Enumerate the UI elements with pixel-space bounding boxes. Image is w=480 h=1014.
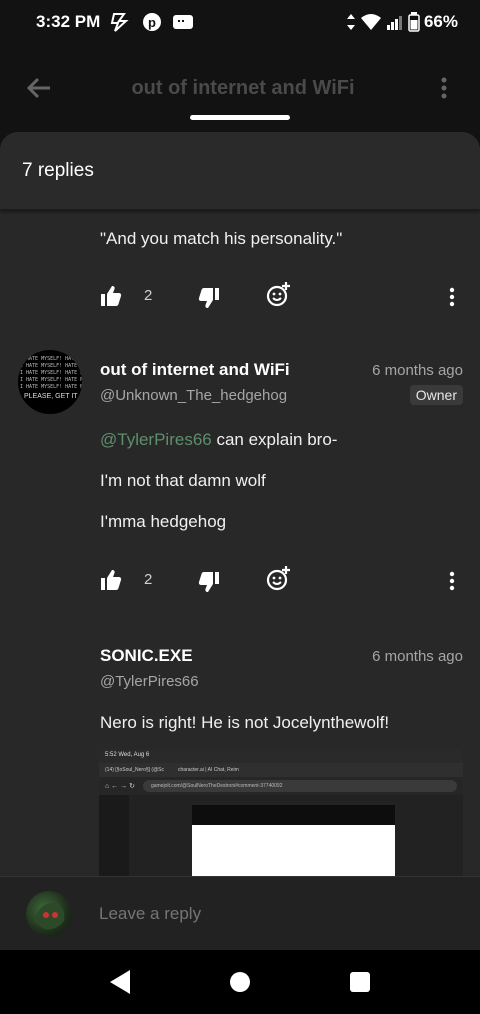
add-reaction-icon[interactable]	[266, 281, 292, 307]
nav-home-icon[interactable]	[230, 972, 250, 992]
comment-text: "And you match his personality."	[100, 229, 343, 248]
reply-author[interactable]: SONIC.EXE	[100, 646, 193, 666]
avatar-caption: PLEASE, GET IT	[24, 393, 78, 400]
pinterest-icon: p	[143, 13, 162, 31]
wifi-icon	[360, 14, 381, 30]
reply-text-line3: I'mma hedgehog	[100, 512, 227, 531]
mention-link[interactable]: @TylerPires66	[100, 430, 212, 449]
more-options-icon[interactable]	[446, 285, 458, 309]
more-options-icon[interactable]	[446, 569, 458, 593]
like-count: 2	[144, 571, 153, 588]
user-avatar[interactable]	[26, 890, 72, 937]
dislike-icon[interactable]	[198, 571, 220, 593]
reply-timestamp: 6 months ago	[372, 362, 463, 379]
signal-icon	[386, 16, 402, 30]
reply-handle[interactable]: @TylerPires66	[100, 673, 199, 690]
reply-handle[interactable]: @Unknown_The_hedgehog	[100, 387, 287, 404]
sheet-header: 7 replies	[0, 132, 480, 210]
status-time: 3:32 PM	[36, 12, 101, 31]
screenshot-url: gamejolt.com/@SoulNeroTheDestroni#commen…	[142, 780, 457, 792]
reply-bar	[0, 876, 480, 950]
attached-screenshot-image[interactable]: 5:52 Wed, Aug 6 (14) [§oSoul_Nero§] (@Sc…	[99, 749, 463, 876]
screenshot-tabs: (14) [§oSoul_Nero§] (@Sc character.ai | …	[99, 763, 463, 777]
sheet-drag-handle[interactable]	[190, 115, 290, 120]
battery-icon	[408, 12, 420, 32]
system-nav-bar	[0, 950, 480, 1014]
avatar[interactable]: I HATE MYSELF! HATE MY I HATE MYSELF! HA…	[18, 350, 82, 414]
screenshot-body	[99, 795, 463, 876]
app-header-title: out of internet and WiFi	[131, 76, 355, 99]
dislike-icon[interactable]	[198, 287, 220, 309]
status-bar: 3:32 PM p 66%	[0, 0, 480, 44]
like-count: 2	[144, 287, 153, 304]
more-vert-icon[interactable]	[432, 73, 456, 103]
like-icon[interactable]	[100, 285, 122, 307]
data-arrows-icon	[346, 14, 355, 30]
reply-input[interactable]	[99, 903, 439, 924]
replies-list[interactable]: "And you match his personality." 2 I HAT…	[0, 211, 480, 876]
reply-timestamp: 6 months ago	[372, 648, 463, 665]
svg-text:p: p	[148, 15, 156, 30]
screenshot-status: 5:52 Wed, Aug 6	[99, 749, 463, 763]
like-icon[interactable]	[100, 569, 122, 591]
screenshot-urlbar: ⌂ ← → ↻ gamejolt.com/@SoulNeroTheDestron…	[99, 777, 463, 795]
battery-level: 66%	[423, 12, 458, 31]
back-arrow-icon[interactable]	[24, 73, 54, 103]
lightning-icon	[111, 13, 129, 32]
replies-sheet: 7 replies "And you match his personality…	[0, 132, 480, 950]
nav-recents-icon[interactable]	[350, 972, 370, 992]
screenshot-tab: (14) [§oSoul_Nero§] (@Sc	[105, 767, 164, 773]
owner-badge: Owner	[409, 385, 463, 405]
screenshot-tab: character.ai | AI Chat, Reim	[178, 767, 239, 773]
reply-text-line2: I'm not that damn wolf	[100, 471, 266, 490]
replies-count: 7 replies	[22, 159, 94, 181]
reply-author[interactable]: out of internet and WiFi	[100, 360, 290, 380]
add-reaction-icon[interactable]	[266, 565, 292, 591]
reply-actions: 2	[100, 566, 470, 599]
nav-back-icon[interactable]	[108, 969, 132, 995]
comment-actions: 2	[100, 282, 470, 315]
chat-icon	[173, 15, 194, 29]
reply-text: Nero is right! He is not Jocelynthewolf!	[100, 713, 390, 732]
reply-text-line1: @TylerPires66 can explain bro-	[100, 430, 338, 449]
